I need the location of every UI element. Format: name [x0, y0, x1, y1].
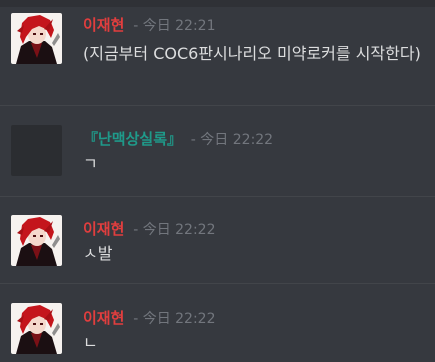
avatar[interactable] [11, 125, 62, 176]
author-name[interactable]: 이재현 [83, 220, 124, 238]
message-content: (지금부터 COC6판시나리오 미약로커를 시작한다) [83, 44, 421, 63]
message-content: ㄱ [83, 154, 98, 173]
avatar[interactable] [11, 215, 62, 266]
author-name[interactable]: 이재현 [83, 309, 124, 327]
author-name[interactable]: 『난맥상실록』 [83, 130, 182, 148]
author-name[interactable]: 이재현 [83, 16, 124, 34]
message-content: ㄴ [83, 333, 98, 352]
message: 이재현 - 今日 22:22 ㄴ [0, 284, 435, 362]
message-header: 이재현 - 今日 22:22 [83, 218, 216, 239]
avatar[interactable] [11, 303, 62, 354]
message-header: 이재현 - 今日 22:21 [83, 14, 216, 35]
message-header: 『난맥상실록』 - 今日 22:22 [83, 128, 273, 149]
timestamp: - 今日 22:22 [190, 132, 274, 148]
timestamp: - 今日 22:21 [133, 18, 216, 34]
message-header: 이재현 - 今日 22:22 [83, 307, 216, 328]
avatar[interactable] [11, 13, 62, 64]
timestamp: - 今日 22:22 [133, 311, 216, 327]
message: 『난맥상실록』 - 今日 22:22 ㄱ [0, 106, 435, 196]
message: 이재현 - 今日 22:22 ㅅ발 [0, 197, 435, 282]
message: 이재현 - 今日 22:21 (지금부터 COC6판시나리오 미약로커를 시작한… [0, 0, 435, 100]
message-content: ㅅ발 [83, 244, 113, 263]
timestamp: - 今日 22:22 [133, 222, 216, 238]
